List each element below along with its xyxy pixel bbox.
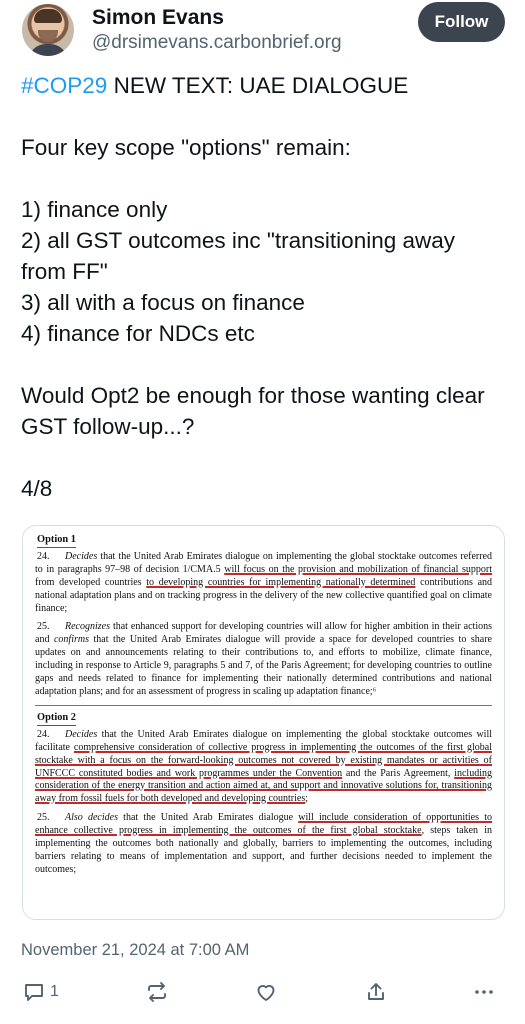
reply-count: 1 — [50, 983, 59, 1000]
repost-icon — [148, 982, 166, 1002]
option-1-heading: Option 1 — [37, 534, 76, 548]
more-icon — [475, 990, 493, 994]
author-name[interactable]: Simon Evans — [92, 6, 224, 30]
like-icon — [257, 985, 275, 1001]
repost-button[interactable] — [145, 978, 169, 1006]
reply-button[interactable]: 1 — [22, 978, 59, 1006]
attached-document-image[interactable]: Option 1 24. Decides that the United Arab… — [22, 525, 505, 920]
reply-icon — [25, 984, 43, 1001]
option-2-paragraph-25: 25. Also decides that the United Arab Emi… — [35, 812, 492, 875]
hashtag-link[interactable]: #COP29 — [21, 73, 107, 98]
share-button[interactable] — [364, 978, 388, 1006]
option-1-paragraph-24: 24. Decides that the United Arab Emirates… — [35, 550, 493, 614]
option-2-heading: Option 2 — [37, 712, 76, 726]
option-2-paragraph-24: 24. Decides that the United Arab Emirates… — [35, 728, 492, 805]
post-timestamp[interactable]: November 21, 2024 at 7:00 AM — [21, 941, 249, 960]
like-button[interactable] — [254, 978, 278, 1006]
divider — [35, 704, 492, 706]
share-icon — [368, 983, 384, 1000]
action-bar: 1 — [0, 972, 525, 1012]
more-button[interactable] — [472, 978, 496, 1006]
avatar[interactable] — [22, 4, 74, 56]
follow-button[interactable]: Follow — [418, 2, 505, 42]
post-header: Simon Evans @drsimevans.carbonbrief.org … — [0, 0, 525, 60]
option-1-paragraph-25: 25. Recognizes that enhanced support for … — [35, 621, 492, 697]
post-text: #COP29 NEW TEXT: UAE DIALOGUE Four key s… — [21, 70, 501, 504]
author-handle[interactable]: @drsimevans.carbonbrief.org — [92, 32, 342, 54]
post-body: NEW TEXT: UAE DIALOGUE Four key scope "o… — [21, 73, 485, 501]
